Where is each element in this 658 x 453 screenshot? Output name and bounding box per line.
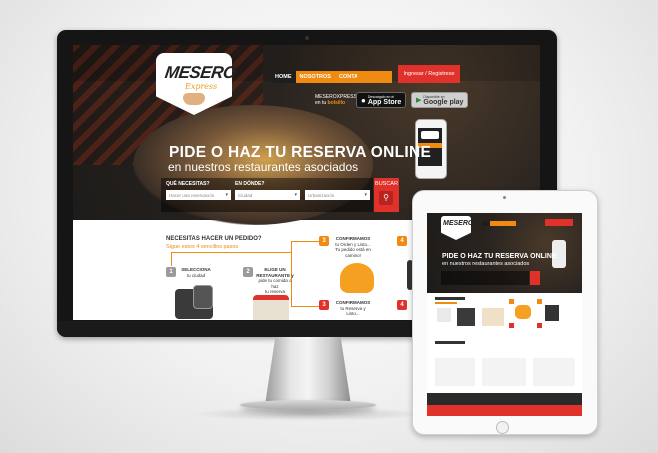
step-3-reserve-text-b: Listo... — [346, 311, 360, 316]
imac-stand — [265, 337, 351, 405]
step-2-number: 2 — [243, 267, 253, 277]
app-store-bottom: App Store — [367, 98, 402, 106]
connector-line — [291, 241, 319, 242]
step-4-reserve-number: 4 — [397, 300, 407, 310]
connector-line — [171, 252, 172, 266]
logo-subtext: Express — [185, 82, 218, 91]
step-3-order-desc: CONFIRMAMOS tu Orden y Listo... Tu pedido … — [331, 236, 375, 258]
ipad-step-2-illustration — [482, 308, 504, 326]
ipad-nav-home[interactable] — [482, 221, 490, 226]
search-button-label: BUSCAR — [375, 181, 398, 187]
ipad-step-4b-number — [537, 323, 542, 328]
step-2-desc: ELIGE UN RESTAURANTE y pide tu comida o ha… — [255, 267, 295, 295]
app-tagline: MESEROXPRESS en tu bolsillo — [315, 94, 357, 106]
step-1-text: tu ciudad — [186, 272, 206, 278]
ipad-step-3b-number — [509, 323, 514, 328]
nav-nosotros[interactable]: NOSOTROS — [295, 71, 335, 83]
chevron-down-icon: ▾ — [364, 192, 367, 198]
ipad-step-1 — [437, 308, 451, 322]
step-1-title: SELECCIONA — [181, 267, 211, 272]
ipad-logo-text: MESERO — [443, 220, 474, 227]
google-play-icon: ▶ — [416, 97, 422, 104]
ipad-footer-bottom — [427, 405, 582, 416]
steps-title: NECESITAS HACER UN PEDIDO? — [166, 236, 262, 242]
step-3-reserve-text-a: tu Reserva y — [340, 305, 366, 311]
connector-line — [291, 306, 319, 307]
step-2-title-b: RESTAURANTE y — [256, 272, 294, 278]
area-select-value: Urbanización — [308, 192, 335, 198]
step-3-order-number: 3 — [319, 236, 329, 246]
tagline-prefix: en tu — [315, 100, 328, 106]
step-3-reserve-desc: CONFIRMAMOS tu Reserva y Listo... — [331, 300, 375, 317]
google-play-bottom: Google play — [423, 98, 464, 106]
where-label: EN DÓNDE? — [235, 181, 265, 187]
ipad-reserve-title — [435, 341, 465, 344]
step-3-order-text-b: Tu pedido está en — [335, 247, 371, 252]
nav-home[interactable]: HOME — [271, 71, 296, 83]
ipad-screen: MESERO PIDE O HAZ TU RESERVA ONLINE en n… — [427, 213, 582, 416]
step-4-order-number: 4 — [397, 236, 407, 246]
connector-line — [171, 252, 291, 253]
ipad-steps-subtitle — [435, 302, 457, 304]
ipad-step-4-number — [537, 299, 542, 304]
step-1-phone-illustration — [193, 285, 213, 309]
apple-icon: ● — [361, 95, 366, 105]
step-3-order-text-c: camino! — [345, 252, 361, 258]
imac-camera — [305, 36, 309, 40]
login-register-button[interactable]: Ingresar / Registrese — [398, 65, 460, 83]
ipad-subheadline: en nuestros restaurantes asociados — [442, 261, 530, 267]
step-3-reserve-title: CONFIRMAMOS — [335, 300, 371, 305]
ipad-step-1-illustration — [457, 308, 475, 326]
steps-subtitle: Sigue estos 4 sencillos pasos — [166, 244, 239, 250]
ipad-info-column-3 — [533, 358, 575, 386]
ipad-step-3-number — [509, 299, 514, 304]
step-2-text-a: pide tu comida o haz — [258, 278, 292, 289]
hero-subheadline: en nuestros restaurantes asociados — [168, 160, 359, 174]
need-select[interactable]: Hacer una reservación ▾ — [166, 190, 231, 200]
ipad-step-4-illustration — [545, 305, 559, 321]
imac-stand-base — [240, 400, 376, 410]
step-2-text-b: tu reserva — [264, 289, 285, 294]
connector-line — [291, 241, 292, 253]
ipad-info-column-1 — [435, 358, 475, 386]
tagline-line2: en tu bolsillo — [315, 100, 357, 106]
step-3-order-title: CONFIRMAMOS — [335, 236, 371, 241]
ipad-home-button[interactable] — [496, 421, 509, 434]
ipad-scooter-illustration — [515, 305, 531, 319]
ipad-steps-title — [435, 297, 465, 300]
ipad-camera — [503, 196, 506, 199]
step-3-reserve-number: 3 — [319, 300, 329, 310]
chevron-down-icon: ▾ — [225, 192, 228, 198]
step-2-restaurant-illustration — [253, 295, 289, 320]
logo-hand-icon — [183, 93, 205, 105]
logo-text-a: MESE — [163, 63, 213, 82]
ipad-footer — [427, 393, 582, 405]
need-select-value: Hacer una reservación — [169, 192, 215, 198]
ipad-headline: PIDE O HAZ TU RESERVA ONLINE — [442, 253, 557, 260]
step-3-order-text-a: tu Orden y Listo... — [335, 241, 371, 247]
google-play-badge[interactable]: ▶ Disponible en Google play — [411, 92, 469, 108]
ipad-search-button[interactable] — [530, 271, 540, 285]
phone-screen-logo — [421, 131, 439, 139]
step-1-number: 1 — [166, 267, 176, 277]
logo-text-b: RO — [209, 63, 238, 82]
ipad-search-panel[interactable] — [441, 271, 529, 285]
nav-bar-fill — [357, 71, 392, 83]
search-icon[interactable]: ⚲ — [379, 191, 393, 205]
delivery-scooter-illustration — [340, 263, 374, 293]
step-1-desc: SELECCIONA tu ciudad — [180, 267, 212, 278]
ipad-info-column-2 — [482, 358, 526, 386]
step-2-title-a: ELIGE UN — [264, 267, 286, 272]
logo-wordmark: MESERO — [164, 63, 237, 83]
tagline-emphasis: bolsillo — [327, 100, 346, 106]
app-store-badge[interactable]: ● Descargalo en el App Store — [356, 92, 407, 108]
chevron-down-icon: ▾ — [294, 192, 297, 198]
ipad-login-button[interactable] — [545, 219, 573, 226]
need-label: QUÉ NECESITAS? — [166, 181, 210, 187]
city-select[interactable]: Ciudad ▾ — [235, 190, 300, 200]
area-select[interactable]: Urbanización ▾ — [305, 190, 370, 200]
city-select-value: Ciudad — [238, 192, 253, 198]
